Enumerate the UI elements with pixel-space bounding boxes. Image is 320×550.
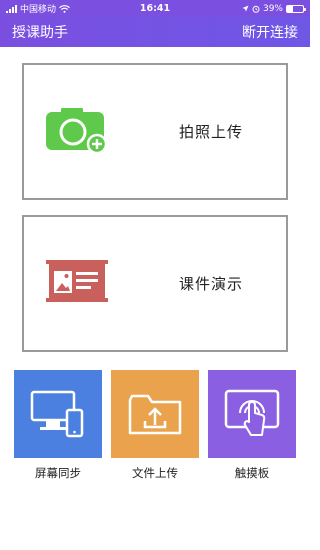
photo-upload-label: 拍照上传 [179, 123, 244, 141]
monitor-phone-icon [30, 390, 84, 438]
file-upload-label: 文件上传 [132, 466, 178, 480]
battery-percent: 39% [262, 3, 283, 14]
nav-title: 授课助手 [12, 25, 68, 41]
signal-icon [6, 4, 17, 13]
nav-bar: 授课助手 断开连接 [0, 17, 310, 47]
alarm-icon [252, 5, 260, 13]
presentation-card[interactable]: 课件演示 [22, 215, 288, 352]
photo-upload-card[interactable]: 拍照上传 [22, 63, 288, 200]
presentation-icon [46, 260, 108, 302]
presentation-label: 课件演示 [179, 275, 244, 293]
location-icon [242, 5, 249, 12]
status-right: 39% [242, 3, 306, 14]
carrier-label: 中国移动 [20, 5, 57, 15]
folder-upload-icon [128, 394, 182, 435]
file-upload-tile[interactable] [111, 370, 199, 458]
status-left: 中国移动 [6, 2, 70, 15]
camera-add-icon [46, 108, 108, 154]
battery-icon [286, 4, 306, 13]
wifi-icon [59, 4, 70, 13]
disconnect-button[interactable]: 断开连接 [242, 22, 298, 42]
touchpad-tile[interactable] [208, 370, 296, 458]
status-bar: 中国移动 16:41 39% [0, 0, 310, 17]
screen-sync-label: 屏幕同步 [35, 466, 81, 480]
battery-fill [287, 5, 294, 12]
touchpad-icon [224, 389, 280, 436]
screen-sync-tile[interactable] [14, 370, 102, 458]
touchpad-label: 触摸板 [234, 466, 270, 480]
